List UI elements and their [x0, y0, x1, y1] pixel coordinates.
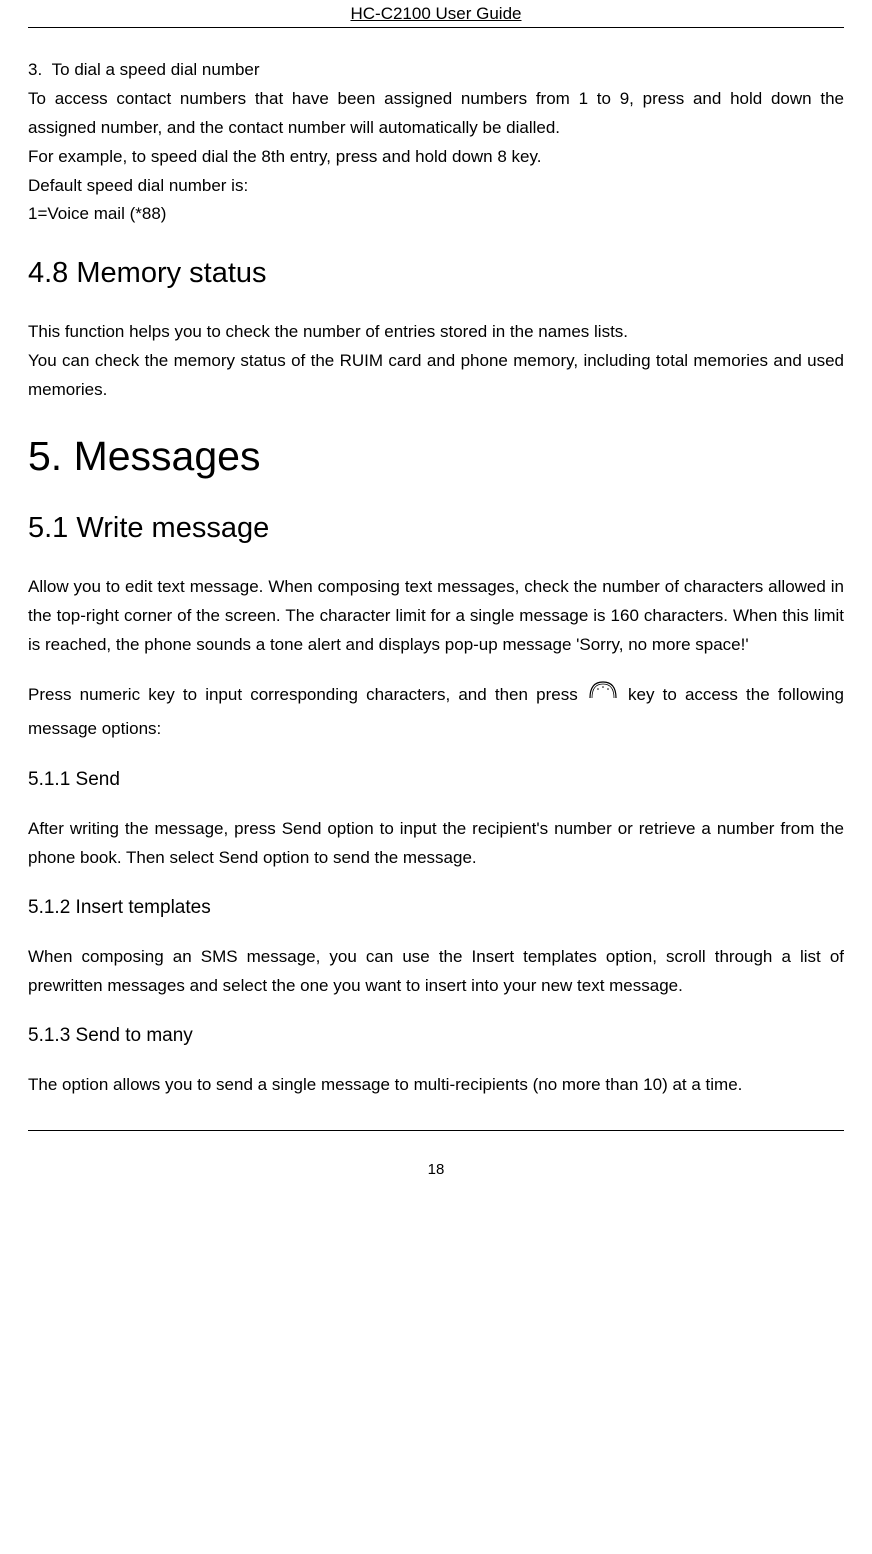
heading-4-8: 4.8 Memory status — [28, 257, 844, 290]
list-item-3: 3. To dial a speed dial number — [28, 56, 844, 85]
paragraph: You can check the memory status of the R… — [28, 347, 844, 405]
page-footer: 18 — [28, 1130, 844, 1188]
heading-5-1: 5.1 Write message — [28, 512, 844, 545]
paragraph: For example, to speed dial the 8th entry… — [28, 143, 844, 172]
paragraph: 1=Voice mail (*88) — [28, 200, 844, 229]
heading-5-1-1: 5.1.1 Send — [28, 769, 844, 791]
paragraph: This function helps you to check the num… — [28, 318, 844, 347]
heading-5: 5. Messages — [28, 433, 844, 480]
page-number: 18 — [428, 1161, 445, 1178]
header-title: HC-C2100 User Guide — [350, 4, 521, 23]
document-page: HC-C2100 User Guide 3. To dial a speed d… — [0, 0, 872, 1188]
list-number: 3. — [28, 60, 42, 79]
page-content: 3. To dial a speed dial number To access… — [28, 28, 844, 1100]
list-title: To dial a speed dial number — [52, 60, 260, 79]
page-header: HC-C2100 User Guide — [28, 0, 844, 28]
paragraph: After writing the message, press Send op… — [28, 815, 844, 873]
heading-5-1-2: 5.1.2 Insert templates — [28, 897, 844, 919]
paragraph: The option allows you to send a single m… — [28, 1071, 844, 1100]
soft-key-icon — [588, 678, 618, 713]
paragraph: When composing an SMS message, you can u… — [28, 943, 844, 1001]
heading-5-1-3: 5.1.3 Send to many — [28, 1025, 844, 1047]
paragraph-with-icon: Press numeric key to input corresponding… — [28, 678, 844, 746]
text-before-icon: Press numeric key to input corresponding… — [28, 685, 586, 704]
paragraph: Allow you to edit text message. When com… — [28, 573, 844, 660]
paragraph: Default speed dial number is: — [28, 172, 844, 201]
paragraph: To access contact numbers that have been… — [28, 85, 844, 143]
